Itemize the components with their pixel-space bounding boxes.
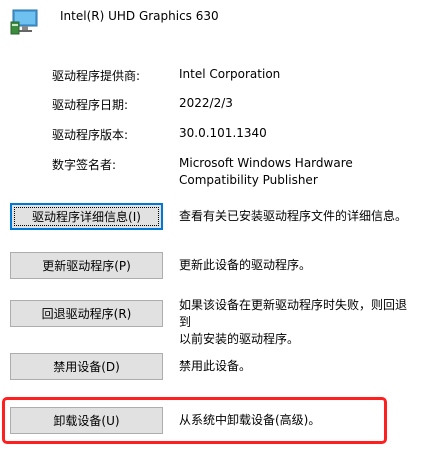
driver-details-button[interactable]: 驱动程序详细信息(I) [10, 203, 163, 230]
uninstall-device-button-label: 卸载设备(U) [53, 414, 120, 428]
update-driver-description: 更新此设备的驱动程序。 [179, 258, 312, 272]
update-driver-button-label: 更新驱动程序(P) [42, 259, 131, 273]
driver-date-label: 驱动程序日期: [52, 98, 129, 112]
roll-back-driver-description-line2: 以前安装的驱动程序。 [179, 332, 300, 346]
roll-back-driver-description: 如果该设备在更新驱动程序时失败，则回退到 以前安装的驱动程序。 [179, 297, 414, 348]
driver-version-value: 30.0.101.1340 [179, 126, 267, 140]
disable-device-button[interactable]: 禁用设备(D) [10, 353, 163, 380]
driver-provider-value: Intel Corporation [179, 67, 281, 81]
disable-device-description: 禁用此设备。 [179, 359, 252, 373]
display-adapter-icon [10, 8, 40, 36]
digital-signer-label: 数字签名者: [52, 158, 117, 172]
digital-signer-value: Microsoft Windows Hardware Compatibility… [179, 155, 353, 189]
driver-version-label: 驱动程序版本: [52, 128, 129, 142]
uninstall-device-button[interactable]: 卸载设备(U) [10, 407, 163, 434]
update-driver-button[interactable]: 更新驱动程序(P) [10, 252, 163, 279]
roll-back-driver-description-line1: 如果该设备在更新驱动程序时失败，则回退到 [179, 298, 408, 329]
roll-back-driver-button[interactable]: 回退驱动程序(R) [10, 300, 163, 327]
digital-signer-value-line2: Compatibility Publisher [179, 173, 318, 187]
driver-details-description: 查看有关已安装驱动程序文件的详细信息。 [179, 209, 408, 223]
driver-provider-label: 驱动程序提供商: [52, 69, 141, 83]
roll-back-driver-button-label: 回退驱动程序(R) [41, 307, 132, 321]
uninstall-device-description: 从系统中卸载设备(高级)。 [179, 413, 321, 427]
driver-details-button-label: 驱动程序详细信息(I) [32, 210, 141, 224]
disable-device-button-label: 禁用设备(D) [53, 360, 120, 374]
digital-signer-value-line1: Microsoft Windows Hardware [179, 156, 353, 170]
driver-date-value: 2022/2/3 [179, 96, 233, 110]
device-title: Intel(R) UHD Graphics 630 [60, 9, 219, 23]
